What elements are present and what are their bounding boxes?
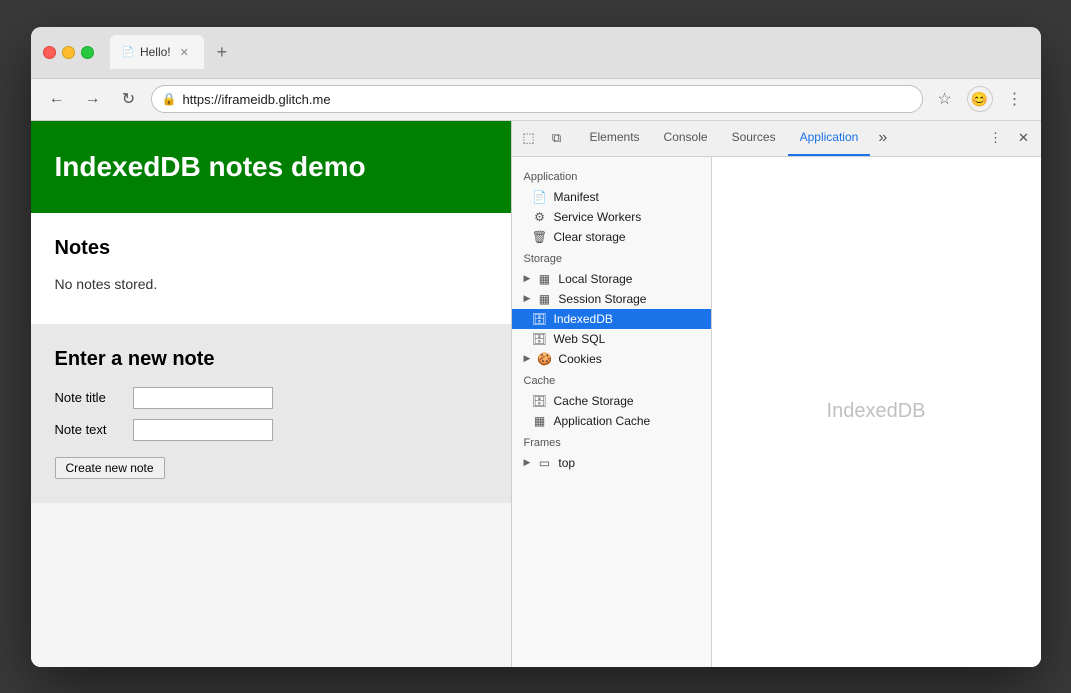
close-button[interactable]	[43, 46, 56, 59]
session-storage-icon: ▦	[536, 292, 552, 306]
devtools-body: Application 📄 Manifest ⚙ Service Workers…	[512, 157, 1041, 667]
no-notes-text: No notes stored.	[55, 276, 487, 292]
indexeddb-icon: 🗄	[532, 312, 548, 326]
indexeddb-label: IndexedDB	[554, 312, 613, 326]
cache-storage-label: Cache Storage	[554, 394, 634, 408]
address-text: https://iframeidb.glitch.me	[182, 92, 911, 107]
devtools-tab-bar: ⬚ ⧉ Elements Console Sources Application	[512, 121, 1041, 157]
devtools-tabs-group: Elements Console Sources Application »	[578, 121, 983, 157]
cookies-label: Cookies	[558, 352, 601, 366]
lock-icon: 🔒	[162, 92, 177, 106]
service-workers-icon: ⚙	[532, 210, 548, 224]
app-cache-label: Application Cache	[554, 414, 651, 428]
cookies-icon: 🍪	[536, 352, 552, 366]
browser-tab[interactable]: 📄 Hello! ✕	[110, 35, 204, 69]
tab-sources[interactable]: Sources	[720, 121, 788, 157]
clear-storage-label: Clear storage	[554, 230, 626, 244]
form-heading: Enter a new note	[55, 348, 487, 371]
tab-application[interactable]: Application	[788, 121, 871, 157]
device-toolbar-button[interactable]: ⧉	[544, 125, 570, 151]
sidebar-item-web-sql[interactable]: 🗄 Web SQL	[512, 329, 711, 349]
session-storage-label: Session Storage	[558, 292, 646, 306]
nav-bar: ← → ↻ 🔒 https://iframeidb.glitch.me ☆ 😊 …	[31, 79, 1041, 121]
reload-button[interactable]: ↻	[115, 85, 143, 113]
tab-title: Hello!	[140, 45, 171, 59]
bookmark-button[interactable]: ☆	[931, 85, 959, 113]
cache-storage-icon: 🗄	[532, 394, 548, 408]
create-note-button[interactable]: Create new note	[55, 457, 165, 479]
minimize-button[interactable]	[62, 46, 75, 59]
devtools-left-icons: ⬚ ⧉	[516, 125, 570, 151]
page-title: IndexedDB notes demo	[55, 151, 487, 183]
tab-elements[interactable]: Elements	[578, 121, 652, 157]
sidebar-item-cache-storage[interactable]: 🗄 Cache Storage	[512, 391, 711, 411]
frame-icon: ▭	[536, 456, 552, 470]
notes-section: Notes No notes stored.	[31, 213, 511, 316]
note-text-input[interactable]	[133, 419, 273, 441]
devtools-main-panel: IndexedDB	[712, 157, 1041, 667]
webpage: IndexedDB notes demo Notes No notes stor…	[31, 121, 511, 667]
new-tab-button[interactable]: +	[208, 38, 236, 66]
title-bar: 📄 Hello! ✕ +	[31, 27, 1041, 79]
note-title-input[interactable]	[133, 387, 273, 409]
app-cache-icon: ▦	[532, 414, 548, 428]
storage-section-label: Storage	[512, 247, 711, 269]
tab-console[interactable]: Console	[652, 121, 720, 157]
browser-menu-button[interactable]: ⋮	[1001, 85, 1029, 113]
more-tabs-button[interactable]: »	[870, 129, 895, 147]
session-storage-arrow: ▶	[524, 293, 531, 304]
back-button[interactable]: ←	[43, 85, 71, 113]
application-section-label: Application	[512, 165, 711, 187]
main-area: IndexedDB notes demo Notes No notes stor…	[31, 121, 1041, 667]
sidebar-item-indexeddb[interactable]: 🗄 IndexedDB	[512, 309, 711, 329]
forward-button[interactable]: →	[79, 85, 107, 113]
local-storage-label: Local Storage	[558, 272, 632, 286]
cache-section-label: Cache	[512, 369, 711, 391]
note-text-row: Note text	[55, 419, 487, 441]
local-storage-arrow: ▶	[524, 273, 531, 284]
frames-arrow: ▶	[524, 457, 531, 468]
manifest-label: Manifest	[554, 190, 599, 204]
form-section: Enter a new note Note title Note text Cr…	[31, 324, 511, 503]
sidebar-item-service-workers[interactable]: ⚙ Service Workers	[512, 207, 711, 227]
notes-heading: Notes	[55, 237, 487, 260]
devtools-tab-actions: ⋮ ✕	[983, 125, 1037, 151]
cookies-arrow: ▶	[524, 353, 531, 364]
traffic-lights	[43, 46, 94, 59]
sidebar-item-cookies[interactable]: ▶ 🍪 Cookies	[512, 349, 711, 369]
webpage-inner: IndexedDB notes demo Notes No notes stor…	[31, 121, 511, 503]
browser-window: 📄 Hello! ✕ + ← → ↻ 🔒 https://iframeidb.g…	[31, 27, 1041, 667]
sidebar-item-session-storage[interactable]: ▶ ▦ Session Storage	[512, 289, 711, 309]
sidebar-item-manifest[interactable]: 📄 Manifest	[512, 187, 711, 207]
note-title-row: Note title	[55, 387, 487, 409]
frames-section-label: Frames	[512, 431, 711, 453]
clear-storage-icon: 🗑	[532, 230, 548, 244]
profile-button[interactable]: 😊	[967, 86, 993, 112]
web-sql-label: Web SQL	[554, 332, 606, 346]
web-sql-icon: 🗄	[532, 332, 548, 346]
tab-bar: 📄 Hello! ✕ +	[110, 35, 1029, 69]
tab-close-button[interactable]: ✕	[177, 45, 192, 60]
maximize-button[interactable]	[81, 46, 94, 59]
sidebar-item-top-frame[interactable]: ▶ ▭ top	[512, 453, 711, 473]
frame-top-label: top	[558, 456, 575, 470]
devtools-more-button[interactable]: ⋮	[983, 125, 1009, 151]
note-text-label: Note text	[55, 422, 125, 437]
address-bar[interactable]: 🔒 https://iframeidb.glitch.me	[151, 85, 923, 113]
tab-page-icon: 📄	[122, 47, 134, 58]
page-header: IndexedDB notes demo	[31, 121, 511, 213]
devtools-close-button[interactable]: ✕	[1011, 125, 1037, 151]
manifest-icon: 📄	[532, 190, 548, 204]
service-workers-label: Service Workers	[554, 210, 642, 224]
inspect-element-button[interactable]: ⬚	[516, 125, 542, 151]
indexeddb-placeholder: IndexedDB	[827, 400, 926, 423]
sidebar-item-clear-storage[interactable]: 🗑 Clear storage	[512, 227, 711, 247]
devtools-panel: ⬚ ⧉ Elements Console Sources Application	[511, 121, 1041, 667]
sidebar-item-local-storage[interactable]: ▶ ▦ Local Storage	[512, 269, 711, 289]
devtools-sidebar: Application 📄 Manifest ⚙ Service Workers…	[512, 157, 712, 667]
note-title-label: Note title	[55, 390, 125, 405]
local-storage-icon: ▦	[536, 272, 552, 286]
sidebar-item-app-cache[interactable]: ▦ Application Cache	[512, 411, 711, 431]
